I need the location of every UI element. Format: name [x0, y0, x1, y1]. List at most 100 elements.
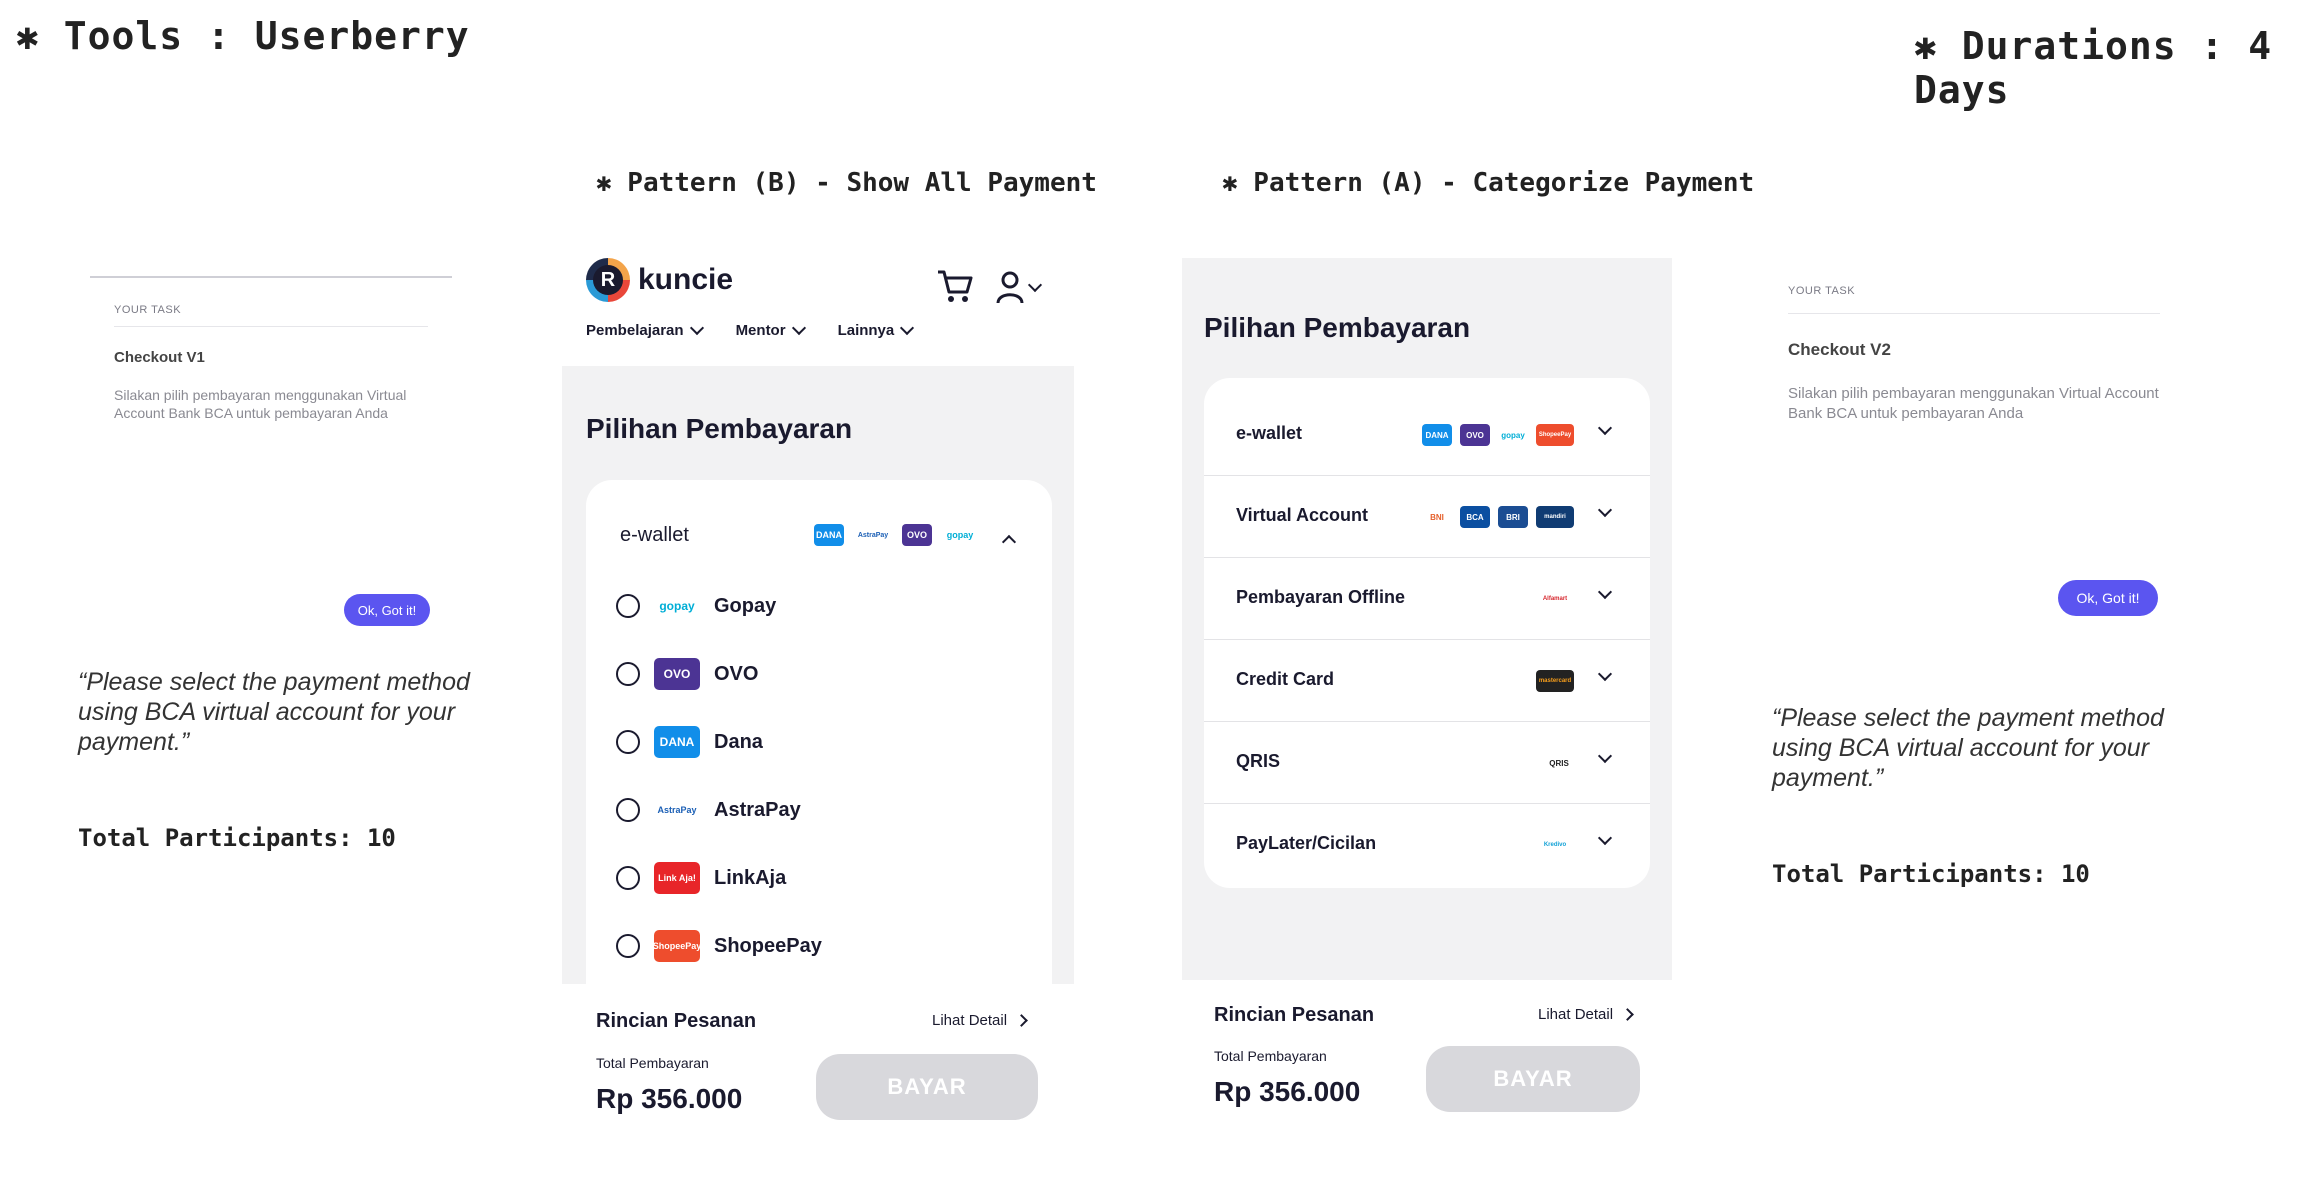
- task-card-v2: YOUR TASK Checkout V2 Silakan pilih pemb…: [1788, 285, 2160, 424]
- nav-label: Pembelajaran: [586, 322, 684, 339]
- pay-button[interactable]: BAYAR: [816, 1054, 1038, 1120]
- payment-panel-b: Pilihan Pembayaran e-wallet DANA AstraPa…: [562, 366, 1074, 984]
- payment-panel-a: Pilihan Pembayaran e-wallet DANA OVO gopay S…: [1182, 258, 1672, 980]
- radio-button[interactable]: [616, 866, 640, 890]
- ewallet-logo-strip: DANA AstraPay OVO gopay: [814, 524, 978, 546]
- ok-got-it-button-v2[interactable]: Ok, Got it!: [2058, 580, 2158, 616]
- see-detail-link[interactable]: Lihat Detail: [932, 1012, 1028, 1029]
- payment-option-dana[interactable]: DANA Dana: [616, 722, 1036, 762]
- ewallet-accordion-header[interactable]: e-wallet DANA AstraPay OVO gopay: [586, 480, 1052, 560]
- radio-button[interactable]: [616, 934, 640, 958]
- pattern-b-title: ✱ Pattern (B) - Show All Payment: [596, 168, 1097, 198]
- pattern-a-title: ✱ Pattern (A) - Categorize Payment: [1222, 168, 1755, 198]
- chevron-down-icon: [1597, 502, 1613, 518]
- payment-category-label: Credit Card: [1236, 669, 1335, 689]
- dana-logo: DANA: [654, 726, 700, 758]
- dana-logo: DANA: [814, 524, 844, 546]
- payment-option-label: ShopeePay: [714, 934, 822, 957]
- ovo-logo: OVO: [654, 658, 700, 690]
- alfamart-logo: Alfamart: [1536, 588, 1574, 610]
- payment-option-gopay[interactable]: gopay Gopay: [616, 586, 1036, 626]
- ovo-logo: OVO: [1460, 424, 1490, 446]
- payment-category-label: Pembayaran Offline: [1236, 587, 1406, 607]
- pay-button[interactable]: BAYAR: [1426, 1046, 1640, 1112]
- nav-item-lainnya[interactable]: Lainnya: [837, 320, 915, 339]
- ewallet-card: e-wallet DANA AstraPay OVO gopay gopay Go…: [586, 480, 1052, 984]
- bni-logo: BNI: [1422, 506, 1452, 528]
- participants-count-v1: Total Participants: 10: [78, 824, 396, 852]
- payment-option-linkaja[interactable]: Link Aja! LinkAja: [616, 858, 1036, 898]
- task-card-v1: YOUR TASK Checkout V1 Silakan pilih pemb…: [90, 276, 452, 422]
- durations-heading: ✱ Durations : 4 Days: [1914, 24, 2273, 112]
- payment-option-label: OVO: [714, 662, 759, 685]
- bca-logo: BCA: [1460, 506, 1490, 528]
- payment-category-credit-card[interactable]: Credit Card mastercard: [1204, 640, 1650, 722]
- task-description: Silakan pilih pembayaran menggunakan Vir…: [114, 387, 407, 421]
- payment-category-label: PayLater/Cicilan: [1236, 833, 1377, 853]
- payment-category-card: e-wallet DANA OVO gopay ShopeePay Virtual Acc…: [1204, 378, 1650, 888]
- payment-logo-strip: mastercard: [1536, 670, 1574, 692]
- gopay-logo: gopay: [654, 590, 700, 622]
- chevron-right-icon: [1621, 1008, 1634, 1021]
- payment-category-paylater-cicilan[interactable]: PayLater/Cicilan Kredivo: [1204, 804, 1650, 886]
- nav-item-pembelajaran[interactable]: Pembelajaran: [586, 320, 704, 339]
- astrapay-logo: AstraPay: [654, 794, 700, 826]
- payment-category-label: e-wallet: [1236, 423, 1303, 443]
- see-detail-label: Lihat Detail: [1538, 1006, 1614, 1023]
- radio-button[interactable]: [616, 798, 640, 822]
- chevron-down-icon: [900, 320, 915, 336]
- payment-option-label: Dana: [714, 730, 763, 753]
- radio-button[interactable]: [616, 594, 640, 618]
- chevron-down-icon: [1597, 666, 1613, 682]
- main-nav: Pembelajaran Mentor Lainnya: [586, 320, 915, 339]
- chevron-down-icon: [1027, 277, 1043, 292]
- page-title: Pilihan Pembayaran: [586, 413, 853, 444]
- user-icon: [996, 271, 1024, 304]
- ok-got-it-button-v1[interactable]: Ok, Got it!: [344, 594, 430, 626]
- total-amount: Rp 356.000: [596, 1083, 743, 1114]
- chevron-down-icon: [1597, 584, 1613, 600]
- task-quote-v1: “Please select the payment method using …: [78, 668, 470, 756]
- task-divider: [114, 326, 428, 327]
- payment-option-label: LinkAja: [714, 866, 787, 889]
- task-description: Silakan pilih pembayaran menggunakan Vir…: [1788, 385, 2159, 422]
- chevron-down-icon: [791, 320, 806, 336]
- page-title: Pilihan Pembayaran: [1204, 312, 1471, 343]
- task-title: Checkout V1: [114, 349, 205, 366]
- shopeepay-logo: ShopeePay: [1536, 424, 1574, 446]
- shopeepay-logo: ShopeePay: [653, 930, 701, 962]
- kuncie-logo[interactable]: R kuncie: [586, 258, 733, 302]
- payment-option-ovo[interactable]: OVO OVO: [616, 654, 1036, 694]
- payment-category-qris[interactable]: QRIS QRIS: [1204, 722, 1650, 804]
- payment-option-label: Gopay: [714, 594, 777, 617]
- cart-icon[interactable]: [936, 268, 974, 309]
- payment-category-e-wallet[interactable]: e-wallet DANA OVO gopay ShopeePay: [1204, 394, 1650, 476]
- payment-option-astrapay[interactable]: AstraPay AstraPay: [616, 790, 1036, 830]
- chevron-right-icon: [1015, 1014, 1028, 1027]
- dana-logo: DANA: [1422, 424, 1452, 446]
- radio-button[interactable]: [616, 730, 640, 754]
- nav-label: Lainnya: [837, 322, 895, 339]
- radio-button[interactable]: [616, 662, 640, 686]
- task-quote-v2: “Please select the payment method using …: [1772, 704, 2164, 792]
- gopay-logo: gopay: [946, 530, 974, 540]
- nav-label: Mentor: [735, 322, 786, 339]
- payment-option-label: AstraPay: [714, 798, 801, 821]
- logo-letter: R: [593, 265, 623, 295]
- task-divider: [1788, 313, 2160, 314]
- linkaja-logo: Link Aja!: [654, 862, 700, 894]
- chevron-down-icon: [1597, 830, 1613, 846]
- account-menu[interactable]: [996, 270, 1043, 304]
- mastercard-logo: mastercard: [1536, 670, 1574, 692]
- total-label: Total Pembayaran: [596, 1055, 709, 1071]
- payment-category-pembayaran-offline[interactable]: Pembayaran Offline Alfamart: [1204, 558, 1650, 640]
- payment-category-virtual-account[interactable]: Virtual Account BNI BCA BRI mandiri: [1204, 476, 1650, 558]
- mandiri-logo: mandiri: [1536, 506, 1574, 528]
- payment-option-shopeepay[interactable]: ShopeePay ShopeePay: [616, 926, 1036, 966]
- see-detail-link[interactable]: Lihat Detail: [1538, 1006, 1634, 1023]
- chevron-down-icon: [1597, 420, 1613, 436]
- qris-logo: QRIS: [1544, 752, 1574, 774]
- task-label: YOUR TASK: [114, 304, 182, 316]
- nav-item-mentor[interactable]: Mentor: [735, 320, 806, 339]
- payment-logo-strip: QRIS: [1544, 752, 1574, 774]
